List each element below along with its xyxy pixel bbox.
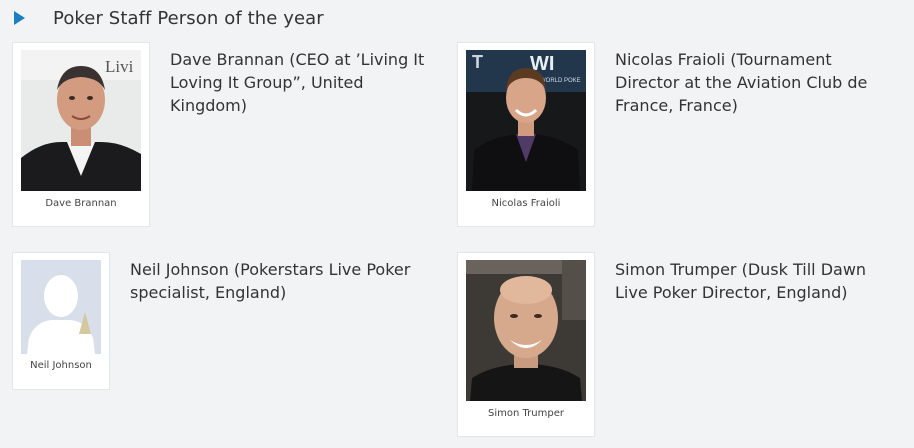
nominee-photo-card-nicolas: WI WORLD POKE T Nicolas Fraioli [457, 42, 595, 227]
nominee-photo-card-dave: Livi Dave Brannan [12, 42, 150, 227]
livi-sign-text: Livi [105, 57, 134, 76]
photo-caption-dave: Dave Brannan [45, 198, 117, 209]
photo-caption-neil: Neil Johnson [30, 360, 92, 371]
section-header: Poker Staff Person of the year [14, 6, 324, 30]
svg-text:T: T [472, 52, 483, 72]
nominee-photo-card-simon: Simon Trumper [457, 252, 595, 437]
nominee-photo-dave: Livi [21, 50, 141, 191]
nominee-photo-card-neil: Neil Johnson [12, 252, 110, 390]
nominee-photo-simon [466, 260, 586, 401]
nominee-description-simon: Simon Trumper (Dusk Till Dawn Live Poker… [615, 260, 867, 302]
nominee-photo-neil-placeholder [21, 260, 101, 354]
nominee-description-nicolas: Nicolas Fraioli (Tournament Director at … [615, 50, 868, 115]
section-title: Poker Staff Person of the year [53, 7, 324, 29]
arrow-right-icon [14, 11, 25, 25]
nominee-description-dave: Dave Brannan (CEO at ’Living It Loving I… [170, 50, 425, 115]
nominee-photo-nicolas: WI WORLD POKE T [466, 50, 586, 191]
nominee-description-neil: Neil Johnson (Pokerstars Live Poker spec… [130, 260, 411, 302]
world-poker-banner-text: WORLD POKE [540, 78, 581, 84]
photo-caption-simon: Simon Trumper [488, 408, 564, 419]
photo-caption-nicolas: Nicolas Fraioli [491, 198, 561, 209]
